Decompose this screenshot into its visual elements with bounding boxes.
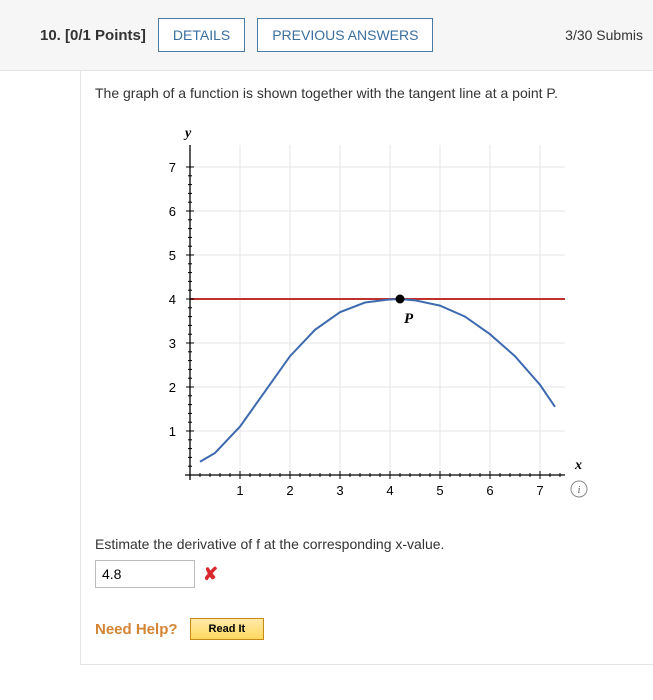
svg-text:4: 4 [169, 292, 176, 307]
previous-answers-button[interactable]: PREVIOUS ANSWERS [257, 18, 433, 52]
svg-text:7: 7 [536, 483, 543, 498]
svg-text:7: 7 [169, 160, 176, 175]
qnum-text: 10. [40, 27, 61, 44]
svg-text:x: x [574, 458, 582, 473]
read-it-button[interactable]: Read It [190, 618, 265, 640]
graph-svg: 1 2 3 4 5 6 7 1 2 3 4 5 6 7 y x Pi [135, 115, 605, 515]
answer-row: ✘ [95, 560, 647, 588]
graph-figure: 1 2 3 4 5 6 7 1 2 3 4 5 6 7 y x Pi [95, 115, 647, 518]
svg-text:6: 6 [486, 483, 493, 498]
question-number: 10. [0/1 Points] [40, 27, 146, 44]
svg-text:i: i [577, 484, 580, 496]
details-button[interactable]: DETAILS [158, 18, 245, 52]
svg-text:3: 3 [169, 336, 176, 351]
points-text: [0/1 Points] [65, 27, 146, 44]
question-body: The graph of a function is shown togethe… [80, 71, 653, 665]
svg-text:1: 1 [236, 483, 243, 498]
svg-text:5: 5 [436, 483, 443, 498]
question-header: 10. [0/1 Points] DETAILS PREVIOUS ANSWER… [0, 0, 653, 71]
answer-input[interactable] [95, 560, 195, 588]
need-help-label: Need Help? [95, 621, 178, 638]
submissions-count: 3/30 Submis [565, 27, 643, 43]
svg-text:5: 5 [169, 248, 176, 263]
svg-text:3: 3 [336, 483, 343, 498]
svg-text:6: 6 [169, 204, 176, 219]
svg-text:4: 4 [386, 483, 393, 498]
svg-text:2: 2 [169, 380, 176, 395]
svg-text:y: y [183, 126, 192, 141]
derivative-question: Estimate the derivative of f at the corr… [95, 536, 647, 552]
help-row: Need Help? Read It [95, 618, 647, 640]
incorrect-icon: ✘ [203, 564, 218, 585]
svg-text:2: 2 [286, 483, 293, 498]
svg-text:P: P [404, 311, 414, 327]
svg-text:1: 1 [169, 424, 176, 439]
problem-prompt: The graph of a function is shown togethe… [95, 85, 647, 101]
